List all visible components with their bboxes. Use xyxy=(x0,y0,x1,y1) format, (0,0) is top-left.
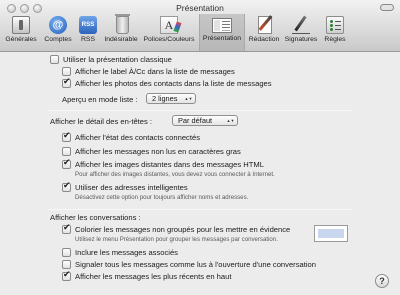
mark-read-label: Signaler tous les messages comme lus à l… xyxy=(75,260,316,269)
highlight-label: Colorier les messages non groupés pour l… xyxy=(75,225,291,234)
compose-icon xyxy=(257,16,272,34)
list-preview-label: Aperçu en mode liste : xyxy=(62,95,138,104)
toolbar-item-comptes[interactable]: @ Comptes xyxy=(42,14,74,51)
presentation-icon xyxy=(212,18,232,33)
list-preview-select[interactable]: 2 lignes ▲▼ xyxy=(146,93,196,104)
online-status-option[interactable]: Afficher l'état des contacts connectés xyxy=(62,131,200,142)
general-switch-icon xyxy=(12,16,30,34)
online-status-label: Afficher l'état des contacts connectés xyxy=(75,133,200,142)
toolbar-item-regles[interactable]: Règles xyxy=(321,14,349,51)
list-preview-value: 2 lignes xyxy=(152,94,178,103)
help-button[interactable]: ? xyxy=(375,274,389,288)
remote-images-note: Pour afficher des images distantes, vous… xyxy=(75,171,275,178)
select-arrows-icon: ▲▼ xyxy=(226,117,235,123)
toolbar-item-label: Générales xyxy=(5,36,37,43)
window-title: Présentation xyxy=(176,3,224,13)
show-photos-label: Afficher les photos des contacts dans la… xyxy=(75,79,272,88)
section-divider xyxy=(48,110,353,111)
header-detail-select[interactable]: Par défaut ▲▼ xyxy=(172,115,238,126)
toolbar-item-label: Présentation xyxy=(202,35,242,42)
show-to-cc-option[interactable]: Afficher le label À/Cc dans la liste de … xyxy=(62,67,235,76)
remote-images-option[interactable]: Afficher les images distantes dans des m… xyxy=(62,158,264,169)
smart-addresses-option[interactable]: Utiliser des adresses intelligentes xyxy=(62,181,188,192)
toolbar-item-label: Règles xyxy=(324,36,346,43)
toolbar-item-generales[interactable]: Générales xyxy=(2,14,40,51)
section-divider xyxy=(48,209,353,210)
rss-icon: RSS xyxy=(79,16,97,34)
rules-icon xyxy=(326,16,344,34)
mark-read-option[interactable]: Signaler tous les messages comme lus à l… xyxy=(62,260,316,269)
toolbar-item-rss[interactable]: RSS RSS xyxy=(76,14,100,51)
presentation-pane: Utiliser la présentation classique Affic… xyxy=(0,53,400,295)
related-messages-label: Inclure les messages associés xyxy=(75,248,178,257)
header-detail-label: Afficher le détail des en-têtes : xyxy=(50,117,153,126)
at-sign-icon: @ xyxy=(49,16,67,34)
recent-top-label: Afficher les messages les plus récents e… xyxy=(75,272,232,281)
smart-addresses-note: Désactivez cette option pour toujours af… xyxy=(75,194,249,201)
mark-read-checkbox[interactable] xyxy=(62,260,71,269)
toolbar-item-redaction[interactable]: Rédaction xyxy=(246,14,282,51)
highlight-note: Utilisez le menu Présentation pour group… xyxy=(75,236,278,243)
preferences-window: Présentation Générales @ Comptes RSS RSS… xyxy=(0,0,400,295)
remote-images-label: Afficher les images distantes dans des m… xyxy=(75,160,264,169)
toolbar-item-polices-couleurs[interactable]: A Polices/Couleurs xyxy=(141,14,197,51)
toolbar-item-label: Signatures xyxy=(284,36,318,43)
toolbar-item-label: RSS xyxy=(81,36,95,43)
online-status-checkbox[interactable] xyxy=(62,131,71,142)
highlight-color-fill xyxy=(318,229,344,238)
highlight-checkbox[interactable] xyxy=(62,223,71,234)
related-messages-checkbox[interactable] xyxy=(62,248,71,257)
highlight-option[interactable]: Colorier les messages non groupés pour l… xyxy=(62,223,291,234)
show-to-cc-checkbox[interactable] xyxy=(62,67,71,76)
trash-icon xyxy=(114,14,130,34)
toolbar-item-label: Rédaction xyxy=(248,36,280,43)
toolbar-item-indesirable[interactable]: Indésirable xyxy=(102,14,140,51)
toolbar-item-signatures[interactable]: Signatures xyxy=(283,14,319,51)
toolbar-item-presentation[interactable]: Présentation xyxy=(199,14,245,51)
highlight-color-well[interactable] xyxy=(314,225,348,242)
remote-images-checkbox[interactable] xyxy=(62,158,71,169)
toolbar-item-label: Comptes xyxy=(44,36,72,43)
fonts-colors-icon: A xyxy=(160,16,178,34)
unread-bold-option[interactable]: Afficher les messages non lus en caractè… xyxy=(62,147,241,156)
toolbar: Présentation Générales @ Comptes RSS RSS… xyxy=(0,0,400,52)
classic-layout-label: Utiliser la présentation classique xyxy=(63,55,172,64)
signature-icon xyxy=(292,16,310,34)
toolbar-item-label: Polices/Couleurs xyxy=(143,36,195,43)
show-photos-checkbox[interactable] xyxy=(62,77,71,88)
unread-bold-checkbox[interactable] xyxy=(62,147,71,156)
toolbar-toggle-button[interactable] xyxy=(380,4,394,11)
show-to-cc-label: Afficher le label À/Cc dans la liste de … xyxy=(75,67,235,76)
recent-top-checkbox[interactable] xyxy=(62,270,71,281)
unread-bold-label: Afficher les messages non lus en caractè… xyxy=(75,147,241,156)
classic-layout-option[interactable]: Utiliser la présentation classique xyxy=(50,55,172,64)
toolbar-item-label: Indésirable xyxy=(104,36,138,43)
related-messages-option[interactable]: Inclure les messages associés xyxy=(62,248,178,257)
show-photos-option[interactable]: Afficher les photos des contacts dans la… xyxy=(62,77,272,88)
header-detail-value: Par défaut xyxy=(178,116,213,125)
select-arrows-icon: ▲▼ xyxy=(184,95,193,101)
smart-addresses-checkbox[interactable] xyxy=(62,181,71,192)
recent-top-option[interactable]: Afficher les messages les plus récents e… xyxy=(62,270,232,281)
conversations-heading: Afficher les conversations : xyxy=(50,213,141,222)
classic-layout-checkbox[interactable] xyxy=(50,55,59,64)
smart-addresses-label: Utiliser des adresses intelligentes xyxy=(75,183,188,192)
